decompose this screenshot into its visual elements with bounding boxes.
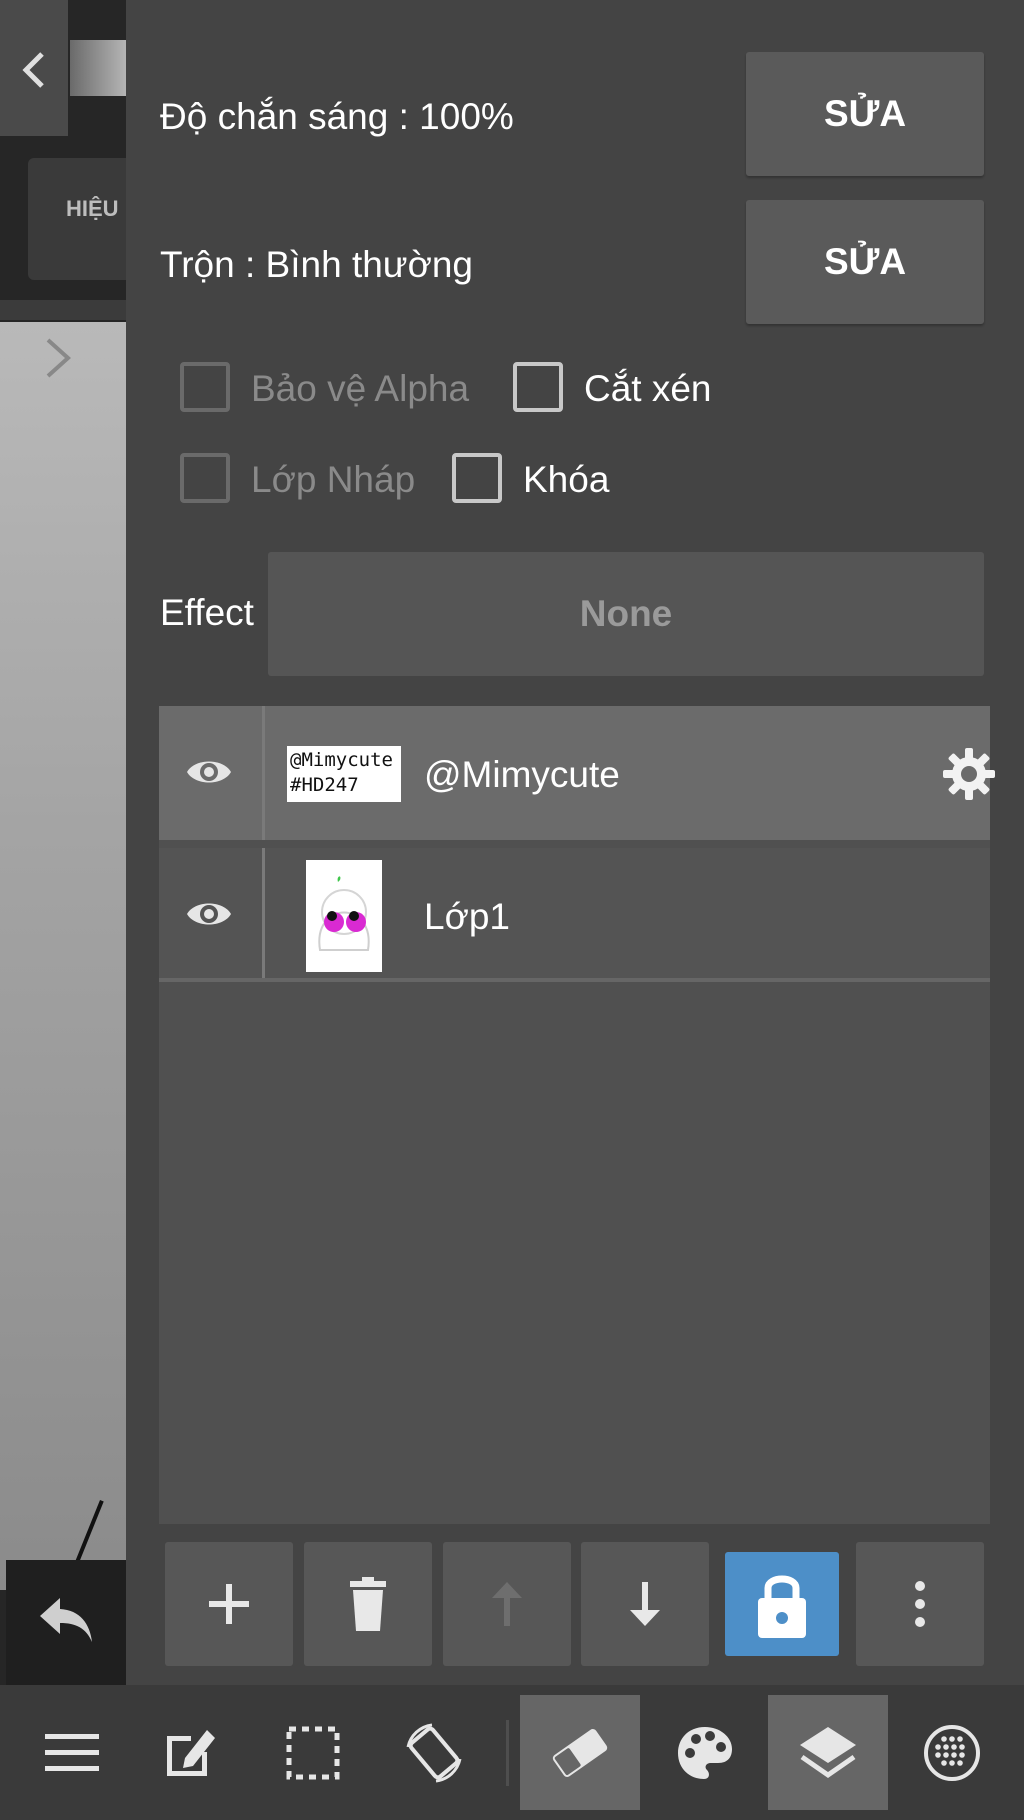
canvas-divider xyxy=(0,300,126,320)
more-icon xyxy=(915,1581,925,1627)
canvas-thumbnail[interactable] xyxy=(70,40,126,96)
clipping-label: Cắt xén xyxy=(584,368,712,409)
back-button[interactable] xyxy=(0,0,68,136)
gear-icon[interactable] xyxy=(941,746,997,802)
effect-tab[interactable]: HIỆU xyxy=(28,158,126,280)
palette-icon xyxy=(678,1726,732,1779)
arrow-up-icon xyxy=(492,1582,522,1626)
dots-grid-icon xyxy=(924,1724,980,1781)
edit-opacity-button[interactable]: SỬA xyxy=(746,52,984,176)
add-icon xyxy=(209,1584,249,1624)
layer-thumbnail xyxy=(306,860,382,972)
effect-label: Effect xyxy=(160,592,254,633)
layer-divider xyxy=(262,706,265,840)
eye-icon[interactable] xyxy=(185,752,233,792)
eraser-icon xyxy=(552,1728,608,1777)
add-layer-button[interactable] xyxy=(165,1542,293,1666)
chevron-right-icon[interactable] xyxy=(40,336,76,380)
delete-layer-button[interactable] xyxy=(304,1542,432,1666)
bottom-toolbar xyxy=(0,1685,1024,1820)
draft-layer-label: Lớp Nháp xyxy=(251,459,416,500)
blend-label: Trộn : Bình thường xyxy=(160,244,473,285)
menu-icon xyxy=(45,1733,99,1771)
menu-button[interactable] xyxy=(12,1685,132,1820)
lock-label: Khóa xyxy=(523,459,610,500)
chevron-left-icon xyxy=(22,52,44,88)
layer-row-mimycute[interactable]: @Mimycute #HD247 @Mimycute xyxy=(159,706,995,840)
move-down-button[interactable] xyxy=(581,1542,709,1666)
clipping-checkbox[interactable] xyxy=(513,362,563,412)
edit-tool-button[interactable] xyxy=(130,1685,250,1820)
layers-button[interactable] xyxy=(768,1695,888,1810)
layer-list: @Mimycute #HD247 @Mimycute Lớp1 xyxy=(159,706,995,1524)
eye-icon[interactable] xyxy=(185,894,233,934)
selection-tool-button[interactable] xyxy=(253,1685,373,1820)
move-up-button[interactable] xyxy=(443,1542,571,1666)
alpha-protect-checkbox[interactable] xyxy=(180,362,230,412)
lock-checkbox[interactable] xyxy=(452,453,502,503)
layer-name: @Mimycute xyxy=(424,754,620,795)
lock-layer-button[interactable] xyxy=(725,1552,839,1656)
toolbar-divider xyxy=(506,1720,509,1786)
layer-thumbnail: @Mimycute #HD247 xyxy=(287,746,401,802)
layer-divider xyxy=(262,848,265,978)
materials-button[interactable] xyxy=(892,1685,1012,1820)
undo-button[interactable] xyxy=(6,1560,126,1685)
eraser-tool-button[interactable] xyxy=(520,1695,640,1810)
effect-select[interactable]: None xyxy=(268,552,984,676)
layers-icon xyxy=(800,1726,856,1778)
lock-icon xyxy=(758,1575,806,1638)
arrow-down-icon xyxy=(630,1582,660,1626)
draft-layer-checkbox[interactable] xyxy=(180,453,230,503)
drawing-canvas[interactable] xyxy=(0,322,126,1590)
canvas-strip: HIỆU xyxy=(0,0,126,1685)
more-options-button[interactable] xyxy=(856,1542,984,1666)
edit-icon xyxy=(167,1729,215,1776)
layer-name: Lớp1 xyxy=(424,896,510,937)
trash-icon xyxy=(350,1577,386,1631)
selection-icon xyxy=(286,1726,340,1779)
edit-blend-button[interactable]: SỬA xyxy=(746,200,984,324)
app-root: HIỆU Độ chắn sáng : 100% SỬA Trộn : Bình… xyxy=(0,0,1024,1820)
alpha-protect-label: Bảo vệ Alpha xyxy=(251,368,470,409)
effect-tab-label: HIỆU xyxy=(66,196,119,221)
palette-button[interactable] xyxy=(645,1685,765,1820)
opacity-label: Độ chắn sáng : 100% xyxy=(160,96,514,137)
rotate-icon xyxy=(406,1723,462,1782)
undo-icon xyxy=(40,1598,92,1642)
layer-row-lop1[interactable]: Lớp1 xyxy=(159,848,990,982)
rotate-tool-button[interactable] xyxy=(374,1685,494,1820)
